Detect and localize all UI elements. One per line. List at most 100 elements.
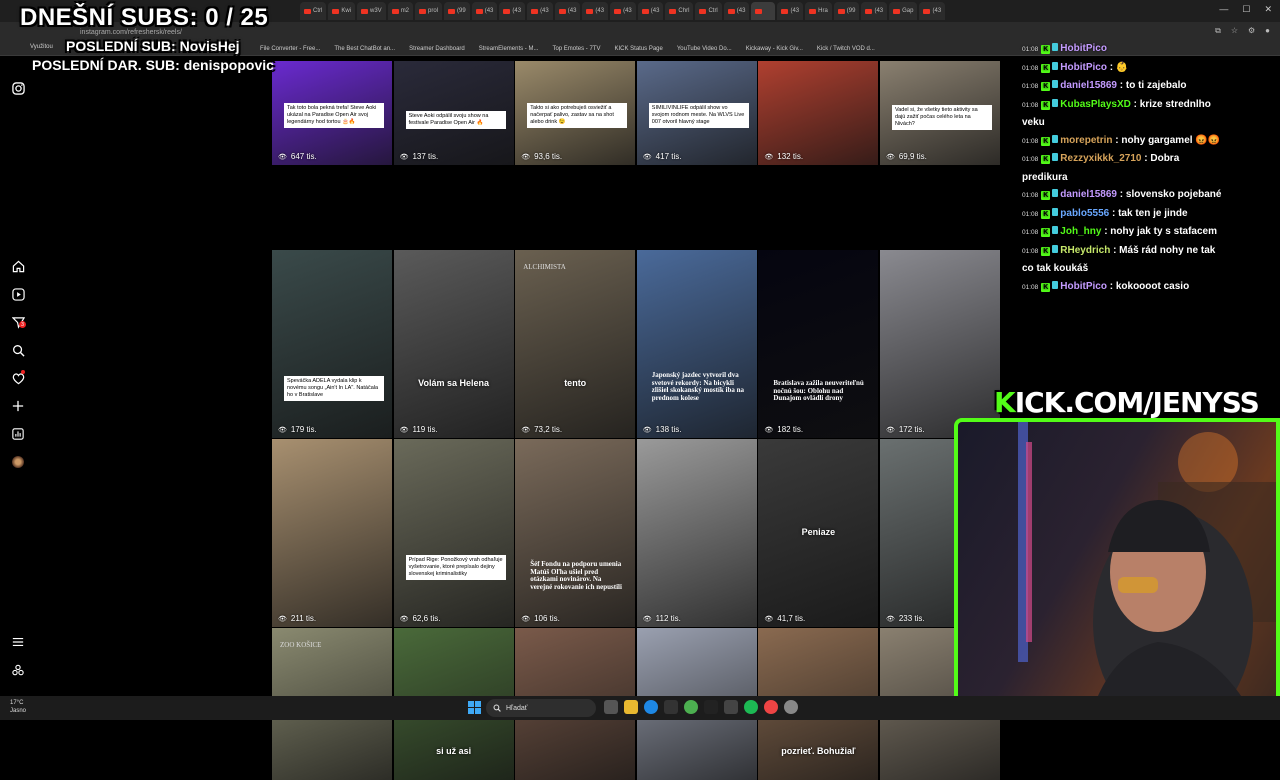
browser-tab[interactable] [751, 2, 776, 20]
reel-tile[interactable]: Takto si ako potrebuješ osviežiť a načer… [515, 61, 636, 165]
reel-tile[interactable]: Tak toto bola pekná trefa! Steve Aoki uk… [272, 61, 392, 165]
task-view-icon[interactable] [604, 700, 618, 714]
browser-tab[interactable]: Ctrl [695, 2, 722, 20]
browser-tab[interactable]: (43 [723, 2, 750, 20]
extensions-icon[interactable]: ⚙ [1248, 26, 1255, 36]
browser-tab[interactable]: (99 [444, 2, 470, 20]
bookmark-item[interactable]: Kickaway - Kick Giv... [746, 46, 803, 52]
search-icon[interactable] [10, 342, 26, 358]
reels-icon[interactable] [10, 286, 26, 302]
browser-tab[interactable]: Kwi [328, 2, 356, 20]
chat-username[interactable]: HobitPico [1060, 43, 1107, 54]
reel-tile[interactable]: Steve Aoki odpálil svoju show na festiva… [393, 61, 514, 165]
taskbar-search[interactable]: Hľadať [486, 699, 596, 717]
chat-username[interactable]: HobitPico [1060, 62, 1107, 73]
browser-tab[interactable]: (43 [471, 2, 498, 20]
chat-username[interactable]: pablo5556 [1060, 208, 1109, 219]
create-icon[interactable] [10, 398, 26, 414]
browser-tab[interactable]: (43 [919, 2, 946, 20]
chat-username[interactable]: daniel15869 [1060, 189, 1117, 200]
reel-tile[interactable]: 👁 132 tis. [758, 61, 879, 165]
notifications-icon[interactable] [10, 370, 26, 386]
chat-message: 01:08 K Rezzyxikkk_2710 : Dobra predikura [1022, 150, 1222, 186]
bookmark-item[interactable]: YouTube Video Do... [677, 46, 732, 52]
threads-icon[interactable] [10, 662, 26, 678]
reel-tile[interactable]: Japonský jazdec vytvoril dva svetové rek… [636, 250, 757, 438]
bookmark-item[interactable]: Streamer Dashboard [409, 46, 465, 52]
chat-username[interactable]: HobitPico [1060, 281, 1107, 292]
close-icon[interactable]: ✕ [1264, 4, 1272, 15]
menu-icon[interactable] [10, 634, 26, 650]
settings-icon[interactable] [784, 700, 798, 714]
bookmark-item[interactable]: Kick / Twitch VOD d... [817, 46, 875, 52]
obs-icon[interactable] [664, 700, 678, 714]
browser-tab[interactable]: (43 [582, 2, 609, 20]
reel-tile[interactable]: 👁 211 tis. [272, 439, 392, 627]
browser-tab[interactable]: (43 [499, 2, 526, 20]
messages-icon[interactable]: 3 [10, 314, 26, 330]
weather-widget[interactable]: 17°C Jasno [10, 699, 26, 715]
browser-tab[interactable]: (43 [554, 2, 581, 20]
windows-start-icon[interactable] [468, 701, 481, 714]
maximize-icon[interactable]: ☐ [1242, 4, 1250, 15]
browser-tab[interactable]: Chrl [665, 2, 694, 20]
kick-icon[interactable] [704, 700, 718, 714]
chrome-profile-icon[interactable] [764, 700, 778, 714]
instagram-icon[interactable] [10, 80, 26, 96]
browser-tab[interactable]: (99 [833, 2, 860, 20]
reel-tile[interactable]: Šéf Fondu na podporu umenia Matúš Oľha u… [515, 439, 636, 627]
edge-icon[interactable] [644, 700, 658, 714]
browser-tab[interactable]: (43 [637, 2, 664, 20]
browser-tab[interactable]: Hra [805, 2, 832, 20]
weather-text: Jasno [10, 708, 27, 714]
browser-tab[interactable]: (43 [861, 2, 888, 20]
eye-icon: 👁 [642, 615, 652, 623]
reel-tile[interactable]: Volám sa Helena 👁 119 tis. [393, 250, 514, 438]
weather-temp: 17°C [10, 700, 24, 706]
reel-view-count: 179 tis. [290, 425, 317, 434]
file-explorer-icon[interactable] [624, 700, 638, 714]
reel-tile[interactable]: ALCHIMISTA tento 👁 73,2 tis. [515, 250, 636, 438]
home-icon[interactable] [10, 258, 26, 274]
bookmark-item[interactable]: File Converter - Free... [260, 46, 320, 52]
reel-tile[interactable]: Bratislava zažila neuveriteľnú nočnú šou… [758, 250, 879, 438]
minimize-icon[interactable]: — [1219, 4, 1228, 15]
app-icon[interactable] [724, 700, 738, 714]
reel-tile[interactable]: 👁 172 tis. [879, 250, 1000, 438]
reel-tile[interactable]: Speváčka ADELA vydala klip k novému song… [272, 250, 392, 438]
spotify-icon[interactable] [744, 700, 758, 714]
browser-tab[interactable]: m2 [387, 2, 414, 20]
reel-tile[interactable]: SIMILIVINLIFE odpálil show vo svojom rod… [636, 61, 757, 165]
chat-username[interactable]: RHeydrich [1060, 245, 1110, 256]
browser-tab[interactable]: prol [415, 2, 443, 20]
chat-username[interactable]: Joh_hny [1060, 226, 1101, 237]
reel-tile[interactable]: Prípad Rige: Ponožkový vrah odhaľuje vyš… [393, 439, 514, 627]
tab-favicon-icon [304, 8, 311, 14]
browser-tab[interactable]: (43 [527, 2, 553, 20]
bookmark-item[interactable]: StreamElements - M... [479, 46, 539, 52]
tab-favicon-icon [699, 8, 707, 14]
dashboard-icon[interactable] [10, 426, 26, 442]
install-icon[interactable]: ⧉ [1215, 26, 1221, 36]
bookmark-lead[interactable]: Využitou [30, 44, 53, 50]
browser-tab[interactable]: (43 [610, 2, 636, 20]
browser-tab[interactable]: Ctrl [300, 2, 327, 20]
bookmark-item[interactable]: Top Emotes - 7TV [552, 46, 600, 52]
reel-tile[interactable]: 👁 112 tis. [636, 439, 757, 627]
chat-username[interactable]: morepetrin [1060, 135, 1112, 146]
bookmark-item[interactable]: KICK Status Page [614, 46, 662, 52]
browser-tab[interactable]: w3V [357, 2, 386, 20]
reel-view-count: 233 tis. [898, 614, 925, 623]
bookmark-item[interactable]: The Best ChatBot an... [334, 46, 395, 52]
chrome-icon[interactable] [684, 700, 698, 714]
chat-username[interactable]: Rezzyxikkk_2710 [1060, 153, 1141, 164]
reel-tile[interactable]: Vadel si, že všetky tieto aktivity sa da… [879, 61, 1000, 165]
chat-username[interactable]: KubasPlaysXD [1060, 99, 1131, 110]
reel-tile[interactable]: Peniaze 👁 41,7 tis. [758, 439, 879, 627]
profile-avatar[interactable]: ● [1265, 26, 1270, 36]
browser-tab[interactable]: Gap [889, 2, 918, 20]
chat-username[interactable]: daniel15869 [1060, 80, 1117, 91]
browser-tab[interactable]: (43 [777, 2, 804, 20]
profile-avatar-icon[interactable] [10, 454, 26, 470]
star-icon[interactable]: ☆ [1231, 26, 1238, 36]
